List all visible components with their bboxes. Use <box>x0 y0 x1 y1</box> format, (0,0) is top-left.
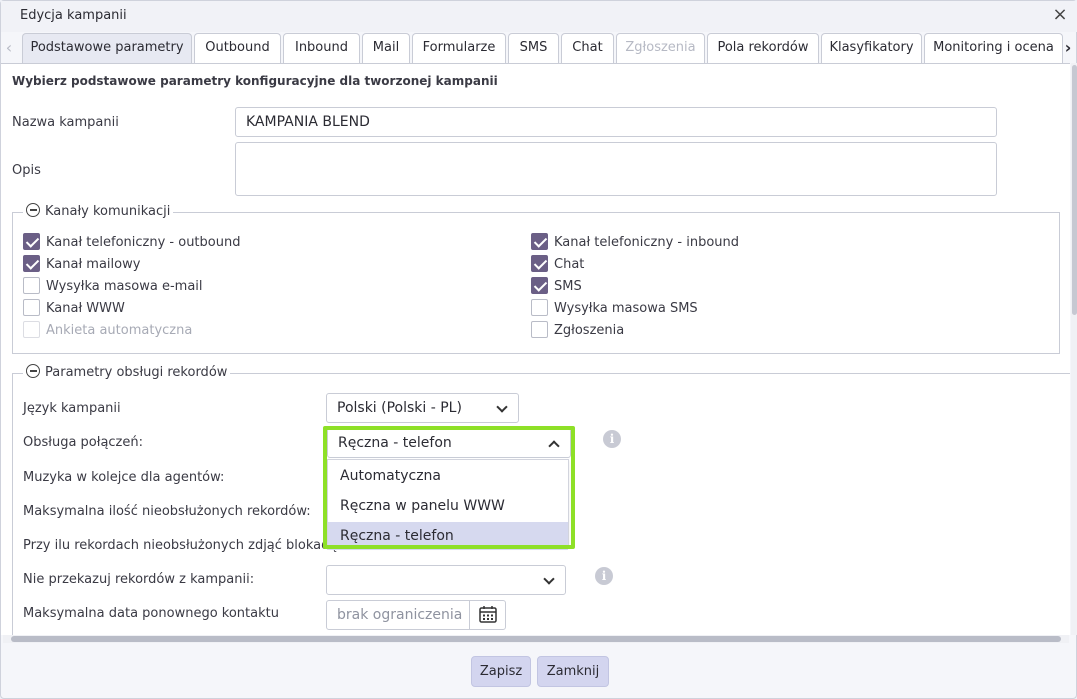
info-icon[interactable]: i <box>603 430 621 448</box>
vertical-scrollbar-thumb[interactable] <box>1072 65 1077 315</box>
dialog-title: Edycja kampanii <box>20 8 127 23</box>
channel-label: Wysyłka masowa SMS <box>554 301 698 316</box>
tab-sms[interactable]: SMS <box>508 33 559 63</box>
checkbox-disabled <box>23 321 40 338</box>
language-select[interactable]: Polski (Polski - PL) <box>326 393 519 423</box>
tab-forms[interactable]: Formularze <box>412 33 506 63</box>
chevron-down-icon <box>496 401 508 413</box>
channel-label: Kanał telefoniczny - outbound <box>46 235 241 250</box>
checkbox[interactable] <box>531 299 548 316</box>
tab-tickets: Zgłoszenia <box>616 33 705 63</box>
horizontal-scrollbar[interactable] <box>3 635 1069 643</box>
channel-label: Ankieta automatyczna <box>46 323 193 338</box>
language-label: Język kampanii <box>23 401 121 416</box>
tab-bar: ‹ Podstawowe parametry Outbound Inbound … <box>1 32 1077 63</box>
checkbox-checked[interactable] <box>23 233 40 250</box>
channel-label: SMS <box>554 279 582 294</box>
horizontal-scrollbar-thumb[interactable] <box>11 636 1061 642</box>
save-button[interactable]: Zapisz <box>471 656 531 687</box>
channel-label: Chat <box>554 257 585 272</box>
channel-inbound[interactable]: Kanał telefoniczny - inbound <box>531 233 739 251</box>
option-manual-phone[interactable]: Ręczna - telefon <box>328 522 568 550</box>
channel-mass-email[interactable]: Wysyłka masowa e-mail <box>23 277 203 295</box>
language-value: Polski (Polski - PL) <box>337 400 462 416</box>
tab-scroll-left-icon[interactable]: ‹ <box>1 35 17 61</box>
call-handling-select[interactable]: Ręczna - telefon <box>327 428 571 458</box>
channels-group: Kanały komunikacji Kanał telefoniczny - … <box>12 203 1060 354</box>
no-transfer-select[interactable] <box>326 565 566 595</box>
option-automatic[interactable]: Automatyczna <box>328 462 568 490</box>
checkbox-checked[interactable] <box>531 255 548 272</box>
description-label: Opis <box>12 163 41 178</box>
tab-record-fields[interactable]: Pola rekordów <box>707 33 819 63</box>
channel-label: Wysyłka masowa e-mail <box>46 279 203 294</box>
channel-chat[interactable]: Chat <box>531 255 584 273</box>
tab-chat[interactable]: Chat <box>561 33 614 63</box>
close-button[interactable]: Zamknij <box>537 656 609 687</box>
call-handling-label: Obsługa połączeń: <box>23 435 143 450</box>
close-icon[interactable]: × <box>1050 5 1070 25</box>
info-icon[interactable]: i <box>595 567 613 585</box>
campaign-name-input[interactable]: KAMPANIA BLEND <box>235 107 997 137</box>
max-unhandled-label: Maksymalna ilość nieobsłużonych rekordów… <box>23 504 311 519</box>
call-handling-value: Ręczna - telefon <box>338 435 452 451</box>
tab-classifiers[interactable]: Klasyfikatory <box>821 33 922 63</box>
collapse-minus-icon[interactable] <box>26 203 40 217</box>
no-transfer-label: Nie przekazuj rekordów z kampanii: <box>23 572 255 587</box>
channel-mass-sms[interactable]: Wysyłka masowa SMS <box>531 299 698 317</box>
tab-inbound[interactable]: Inbound <box>283 33 360 63</box>
checkbox-checked[interactable] <box>531 277 548 294</box>
records-legend-text: Parametry obsługi rekordów <box>45 365 228 380</box>
tab-basic-parameters[interactable]: Podstawowe parametry <box>22 33 192 63</box>
channel-tickets[interactable]: Zgłoszenia <box>531 321 624 339</box>
channel-label: Kanał mailowy <box>46 257 141 272</box>
channel-outbound[interactable]: Kanał telefoniczny - outbound <box>23 233 240 251</box>
tab-content: Wybierz podstawowe parametry konfiguracy… <box>1 63 1070 635</box>
chevron-down-icon <box>543 573 555 585</box>
checkbox[interactable] <box>23 299 40 316</box>
checkbox[interactable] <box>23 277 40 294</box>
campaign-edit-dialog: Edycja kampanii × ‹ Podstawowe parametry… <box>0 0 1077 699</box>
channel-label: Kanał telefoniczny - inbound <box>554 235 740 250</box>
channels-legend-text: Kanały komunikacji <box>45 204 171 219</box>
vertical-scrollbar[interactable] <box>1071 63 1077 635</box>
unblock-threshold-label: Przy ilu rekordach nieobsłużonych zdjąć … <box>23 538 342 553</box>
max-date-label: Maksymalna data ponownego kontaktu <box>23 606 279 621</box>
max-date-placeholder: brak ograniczenia <box>337 607 463 623</box>
tab-mail[interactable]: Mail <box>362 33 410 63</box>
option-manual-www[interactable]: Ręczna w panelu WWW <box>328 492 568 520</box>
campaign-name-label: Nazwa kampanii <box>12 115 119 130</box>
checkbox-checked[interactable] <box>531 233 548 250</box>
checkbox[interactable] <box>531 321 548 338</box>
channel-sms[interactable]: SMS <box>531 277 582 295</box>
checkbox-checked[interactable] <box>23 255 40 272</box>
call-handling-dropdown: Automatyczna Ręczna w panelu WWW Ręczna … <box>327 459 569 550</box>
tab-monitoring[interactable]: Monitoring i ocena <box>924 33 1063 63</box>
description-textarea[interactable] <box>235 142 997 196</box>
channel-mail[interactable]: Kanał mailowy <box>23 255 140 273</box>
collapse-minus-icon[interactable] <box>26 364 40 378</box>
intro-text: Wybierz podstawowe parametry konfiguracy… <box>12 74 498 88</box>
records-legend[interactable]: Parametry obsługi rekordów <box>23 364 231 382</box>
channel-auto-survey: Ankieta automatyczna <box>23 321 192 339</box>
tab-scroll-right-icon[interactable]: › <box>1060 35 1076 61</box>
dialog-titlebar: Edycja kampanii × <box>1 1 1077 32</box>
channel-label: Zgłoszenia <box>554 323 625 338</box>
calendar-icon[interactable] <box>469 601 505 629</box>
channel-label: Kanał WWW <box>46 301 125 316</box>
max-date-input[interactable]: brak ograniczenia <box>326 600 506 630</box>
queue-music-label: Muzyka w kolejce dla agentów: <box>23 470 225 485</box>
channels-legend[interactable]: Kanały komunikacji <box>23 203 174 221</box>
chevron-up-icon <box>548 440 560 452</box>
tab-outbound[interactable]: Outbound <box>194 33 281 63</box>
channel-www[interactable]: Kanał WWW <box>23 299 125 317</box>
